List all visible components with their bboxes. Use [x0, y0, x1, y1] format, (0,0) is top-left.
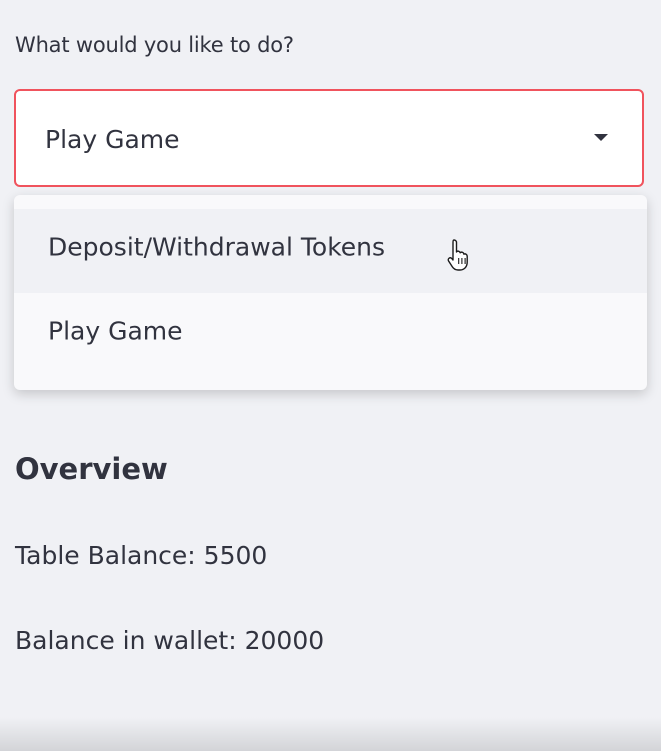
action-dropdown-menu: Deposit/Withdrawal Tokens Play Game [14, 195, 647, 390]
chevron-down-icon[interactable] [594, 134, 608, 141]
action-prompt-label: What would you like to do? [15, 33, 294, 57]
action-select[interactable]: Play Game [14, 89, 644, 187]
table-balance-text: Table Balance: 5500 [15, 541, 268, 570]
bottom-fade [0, 717, 661, 751]
action-select-value: Play Game [45, 125, 180, 154]
hand-pointer-cursor-icon [447, 239, 468, 271]
option-label: Deposit/Withdrawal Tokens [48, 232, 386, 262]
option-deposit-withdrawal-tokens[interactable]: Deposit/Withdrawal Tokens [14, 209, 647, 293]
option-label: Play Game [48, 316, 183, 346]
overview-heading: Overview [15, 452, 168, 486]
option-play-game[interactable]: Play Game [14, 293, 647, 377]
wallet-balance-text: Balance in wallet: 20000 [15, 626, 325, 655]
